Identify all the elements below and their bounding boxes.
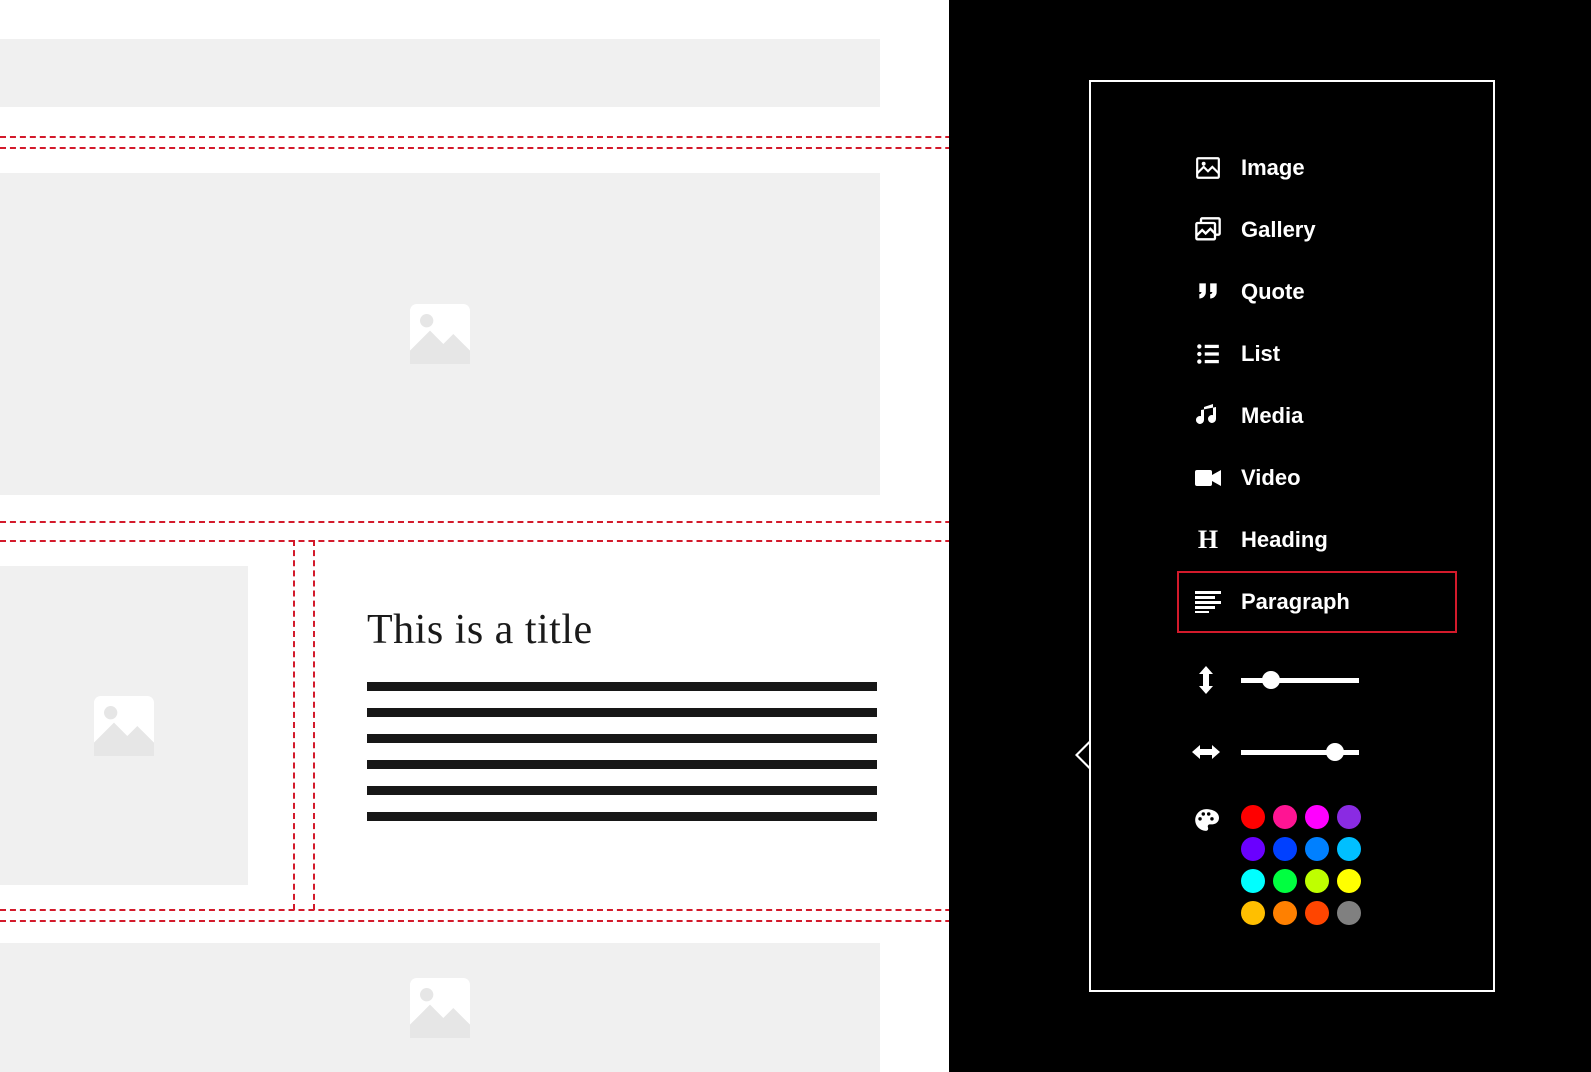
text-line [367, 760, 877, 769]
tool-label: Media [1241, 403, 1303, 429]
tool-heading[interactable]: H Heading [1177, 509, 1457, 571]
tool-video[interactable]: Video [1177, 447, 1457, 509]
tool-label: Paragraph [1241, 589, 1350, 615]
image-icon [400, 968, 480, 1048]
color-swatch[interactable] [1305, 805, 1329, 829]
side-panel: Image Gallery Quote [949, 0, 1591, 1072]
tool-list[interactable]: List [1177, 323, 1457, 385]
placeholder-hero-image [0, 173, 880, 495]
color-swatch[interactable] [1305, 869, 1329, 893]
slider-track[interactable] [1241, 678, 1359, 683]
tool-label: Gallery [1241, 217, 1316, 243]
tool-paragraph[interactable]: Paragraph [1177, 571, 1457, 633]
editor-canvas: This is a title [0, 0, 949, 1072]
tool-label: Video [1241, 465, 1301, 491]
guide-line [0, 147, 1001, 149]
color-swatch[interactable] [1337, 869, 1361, 893]
color-swatches [1241, 805, 1361, 925]
guide-line [293, 540, 295, 910]
tool-label: Heading [1241, 527, 1328, 553]
palette-icon [1191, 805, 1221, 835]
content-title[interactable]: This is a title [367, 606, 593, 654]
media-icon [1193, 401, 1223, 431]
guide-line [0, 909, 1001, 911]
spacing-horizontal-slider[interactable] [1191, 737, 1359, 767]
video-icon [1193, 463, 1223, 493]
tool-label: Image [1241, 155, 1305, 181]
spacing-vertical-slider[interactable] [1191, 665, 1359, 695]
text-line [367, 708, 877, 717]
guide-line [0, 521, 1001, 523]
arrows-horizontal-icon [1191, 737, 1221, 767]
heading-icon: H [1193, 525, 1223, 555]
guide-line [0, 136, 1001, 138]
color-swatch[interactable] [1305, 901, 1329, 925]
color-swatch[interactable] [1273, 837, 1297, 861]
tool-list: Image Gallery Quote [1177, 137, 1457, 633]
gallery-icon [1193, 215, 1223, 245]
content-paragraph[interactable] [367, 682, 877, 821]
tool-label: Quote [1241, 279, 1305, 305]
color-swatch[interactable] [1305, 837, 1329, 861]
color-swatch[interactable] [1337, 805, 1361, 829]
arrows-vertical-icon [1191, 665, 1221, 695]
image-icon [1193, 153, 1223, 183]
color-swatch[interactable] [1241, 901, 1265, 925]
color-swatch[interactable] [1273, 901, 1297, 925]
quote-icon [1193, 277, 1223, 307]
text-line [367, 812, 877, 821]
placeholder-side-image [0, 566, 248, 885]
placeholder-footer-image [0, 943, 880, 1072]
slider-thumb[interactable] [1262, 671, 1280, 689]
list-icon [1193, 339, 1223, 369]
title-text: This is a title [367, 607, 593, 653]
tool-image[interactable]: Image [1177, 137, 1457, 199]
block-toolbox: Image Gallery Quote [1089, 80, 1495, 992]
image-icon [400, 294, 480, 374]
color-swatch[interactable] [1241, 805, 1265, 829]
text-line [367, 786, 877, 795]
tool-quote[interactable]: Quote [1177, 261, 1457, 323]
paragraph-icon [1193, 587, 1223, 617]
color-palette [1191, 805, 1361, 925]
text-line [367, 734, 877, 743]
color-swatch[interactable] [1273, 805, 1297, 829]
placeholder-header-bar [0, 39, 880, 107]
tool-gallery[interactable]: Gallery [1177, 199, 1457, 261]
slider-thumb[interactable] [1326, 743, 1344, 761]
color-swatch[interactable] [1337, 837, 1361, 861]
image-icon [84, 686, 164, 766]
slider-track[interactable] [1241, 750, 1359, 755]
tool-label: List [1241, 341, 1280, 367]
color-swatch[interactable] [1241, 869, 1265, 893]
guide-line [313, 540, 315, 910]
color-swatch[interactable] [1241, 837, 1265, 861]
text-line [367, 682, 877, 691]
tool-media[interactable]: Media [1177, 385, 1457, 447]
guide-line [0, 540, 1001, 542]
guide-line [0, 920, 1001, 922]
color-swatch[interactable] [1337, 901, 1361, 925]
color-swatch[interactable] [1273, 869, 1297, 893]
